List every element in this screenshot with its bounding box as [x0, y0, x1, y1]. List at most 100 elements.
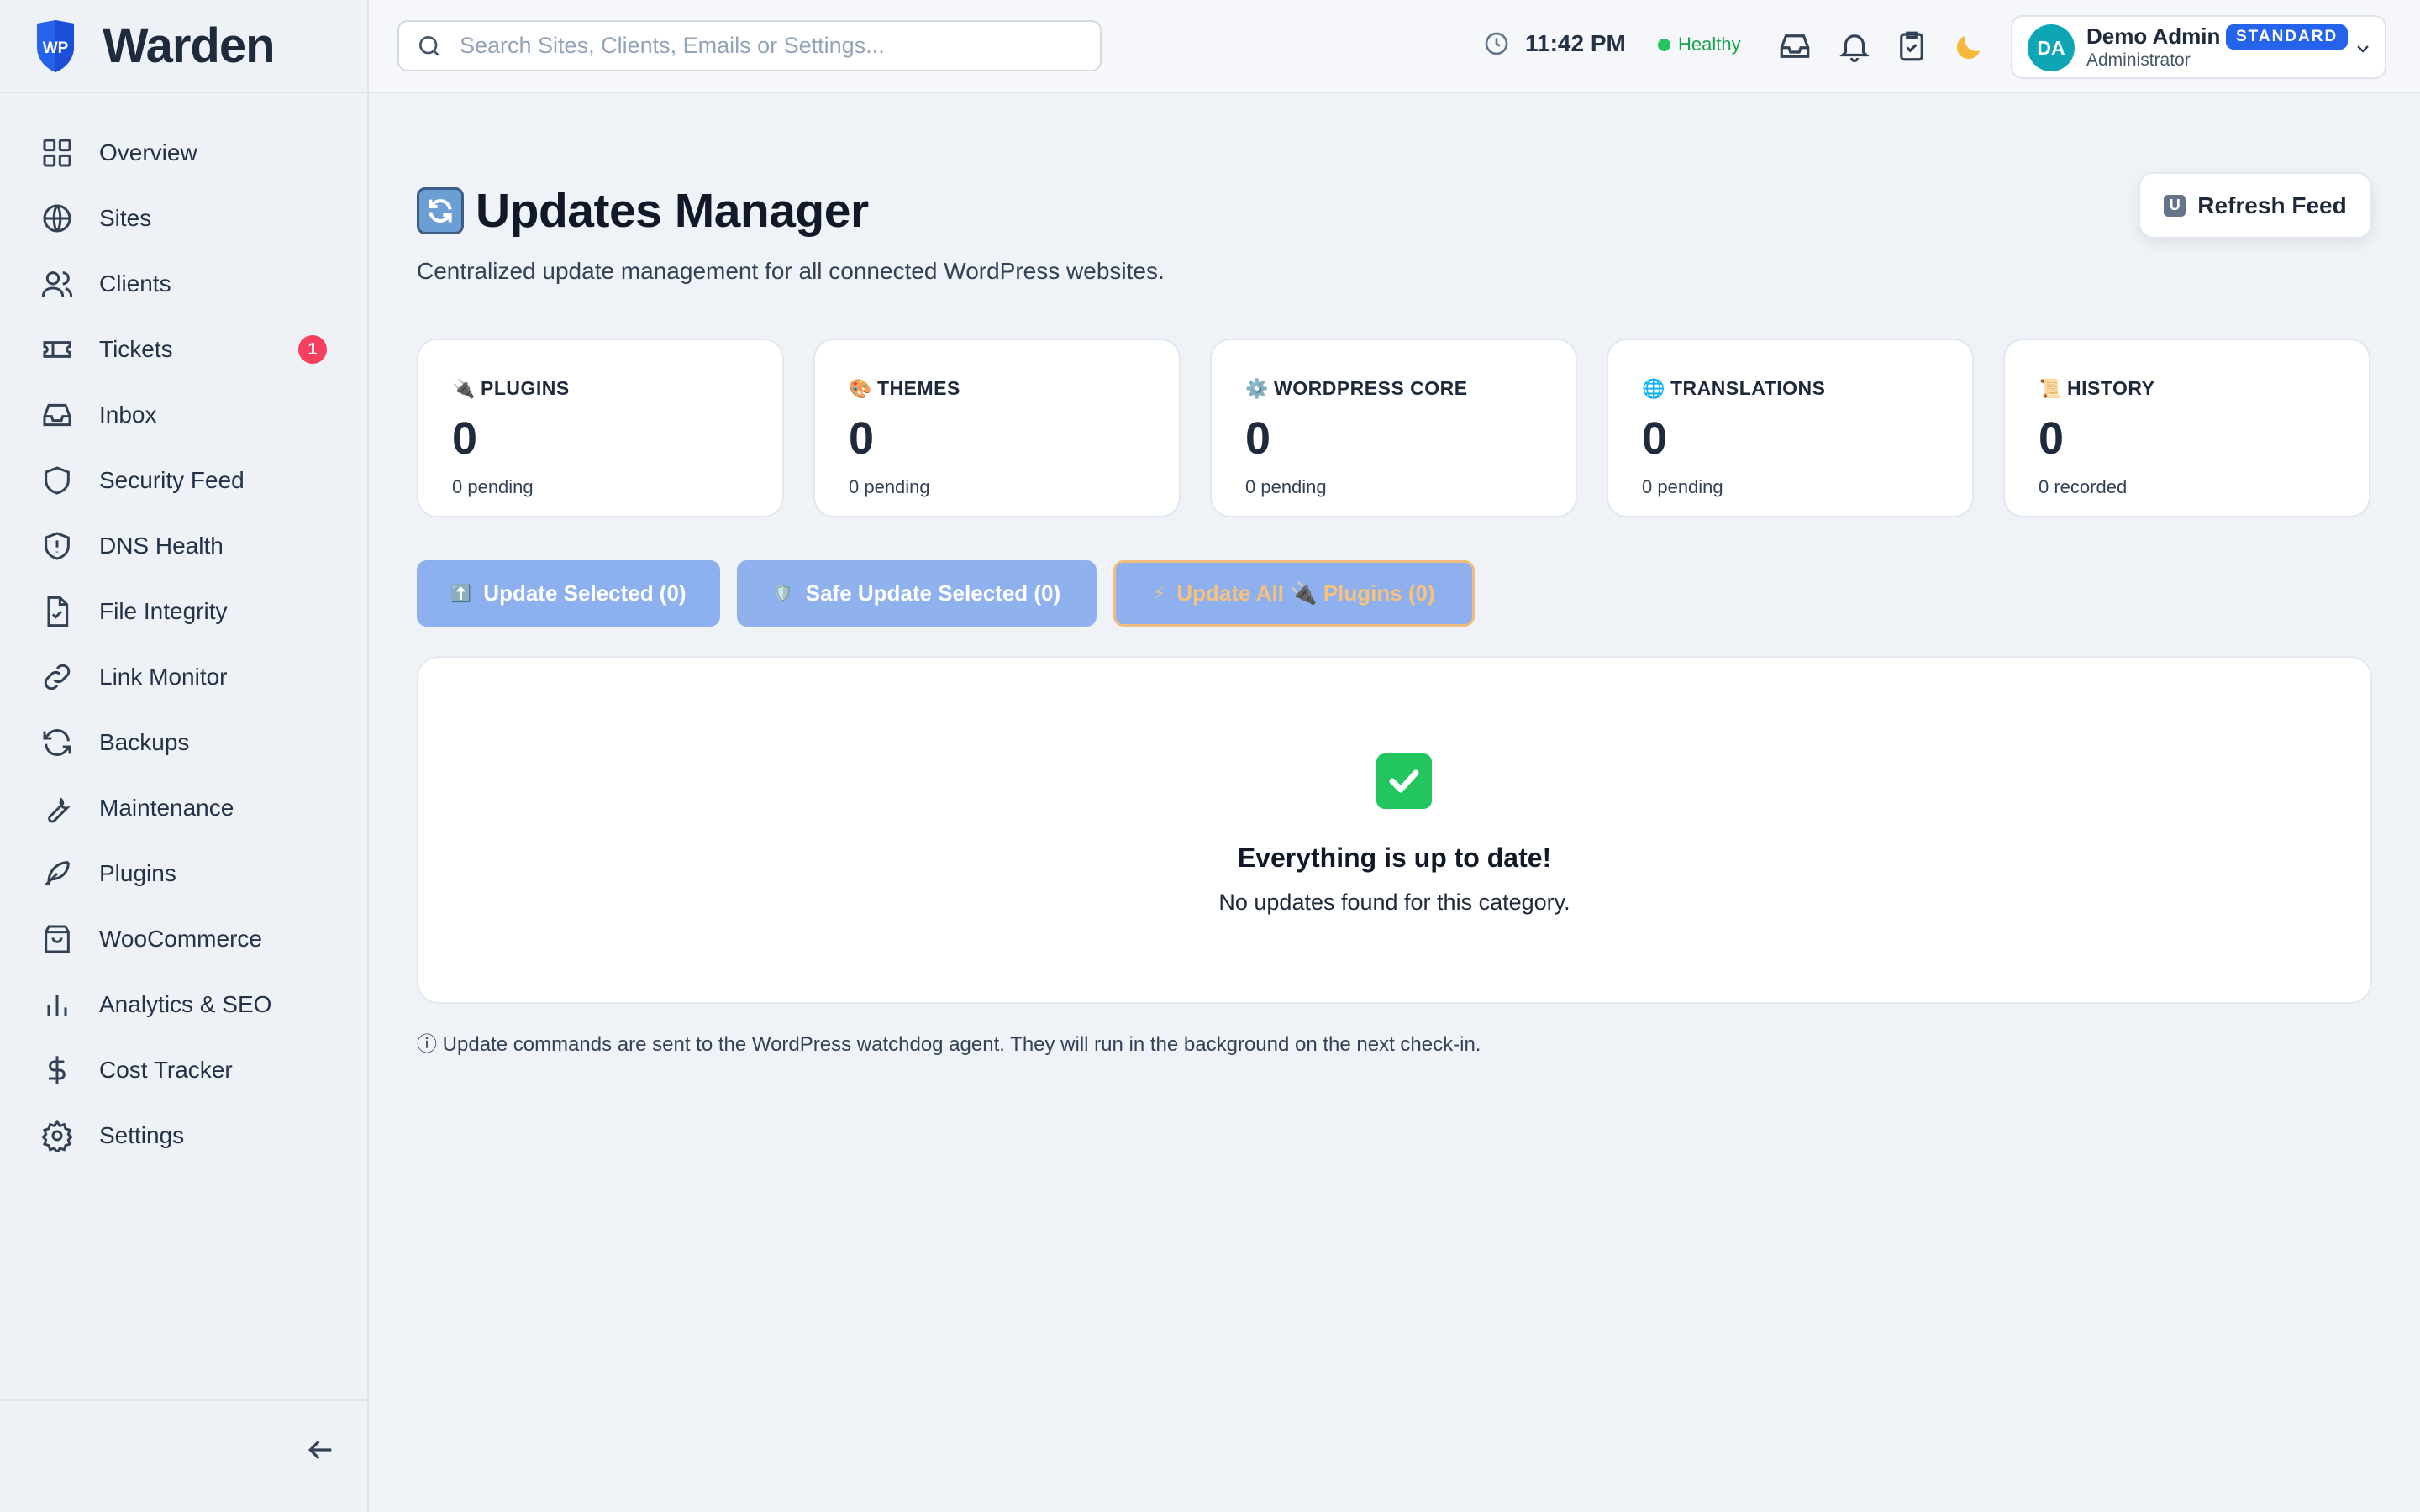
sidebar-item-backups[interactable]: Backups — [22, 710, 345, 775]
collapse-sidebar-arrow-icon[interactable] — [303, 1433, 337, 1467]
update-all-plugins-button[interactable]: ⚡ Update All 🔌 Plugins (0) — [1113, 560, 1475, 627]
bulk-actions: ⬆️ Update Selected (0) 🛡️ Safe Update Se… — [417, 560, 1475, 627]
shield-alert-icon — [40, 529, 74, 563]
search-icon — [419, 35, 439, 56]
stat-card-label: HISTORY — [2067, 377, 2155, 399]
empty-state-message: No updates found for this category. — [1218, 890, 1570, 915]
shield-icon: 🛡️ — [772, 585, 794, 603]
ticket-icon — [40, 333, 74, 366]
page-heading: Updates Manager — [476, 184, 869, 238]
brand-logo-text: WP — [43, 39, 69, 57]
health-status: Healthy — [1658, 34, 1741, 55]
clock-icon — [1485, 32, 1508, 55]
update-selected-label: Update Selected (0) — [483, 580, 687, 606]
globe-icon — [40, 202, 74, 235]
sidebar-item-overview[interactable]: Overview — [22, 120, 345, 186]
stat-card-label: PLUGINS — [481, 377, 570, 399]
sidebar-item-label: Maintenance — [99, 795, 234, 821]
moon-icon[interactable] — [1952, 29, 1987, 64]
clipboard-check-icon[interactable] — [1894, 29, 1929, 64]
user-menu[interactable]: DA Demo Admin Administrator STANDARD — [2011, 15, 2386, 79]
health-dot-icon — [1658, 38, 1670, 51]
grid-icon — [40, 136, 74, 170]
sidebar-item-security-feed[interactable]: Security Feed — [22, 448, 345, 513]
search-box[interactable] — [397, 20, 1102, 71]
sidebar-item-label: File Integrity — [99, 598, 228, 624]
clock-time: 11:42 PM — [1525, 30, 1626, 56]
stat-card-sub: 0 pending — [849, 476, 930, 497]
sidebar-item-link-monitor[interactable]: Link Monitor — [22, 644, 345, 710]
sidebar-item-analytics-seo[interactable]: Analytics & SEO — [22, 972, 345, 1037]
sidebar-item-label: Overview — [99, 139, 197, 165]
stat-card-history[interactable]: 📜 HISTORY 0 0 recorded — [2003, 339, 2370, 517]
sidebar-item-cost-tracker[interactable]: Cost Tracker — [22, 1037, 345, 1103]
up-arrow-icon: ⬆️ — [450, 585, 472, 603]
sidebar-item-woocommerce[interactable]: WooCommerce — [22, 906, 345, 972]
sidebar-item-label: Analytics & SEO — [99, 991, 272, 1017]
user-role: Administrator — [2086, 50, 2191, 70]
inbox-tray-icon[interactable] — [1777, 29, 1812, 64]
stat-cards: 🔌 PLUGINS 0 0 pending 🎨 THEMES 0 0 pending… — [417, 339, 2370, 517]
plan-badge: STANDARD — [2226, 24, 2349, 50]
wrench-icon — [40, 791, 74, 825]
stat-card-sub: 0 pending — [452, 476, 534, 497]
shield-logo-icon: WP — [37, 19, 74, 72]
safe-update-selected-label: Safe Update Selected (0) — [805, 580, 1061, 606]
avatar: DA — [2028, 24, 2075, 71]
check-mark-icon — [1376, 753, 1432, 809]
stat-card-translations[interactable]: 🌐 TRANSLATIONS 0 0 pending — [1607, 339, 1974, 517]
sidebar: WP Warden Overview Sites Clients Tickets… — [0, 0, 369, 1512]
stat-card-label: THEMES — [877, 377, 960, 399]
stat-card-sub: 0 pending — [1642, 476, 1723, 497]
gear-icon — [40, 1119, 74, 1155]
sidebar-item-dns-health[interactable]: DNS Health — [22, 513, 345, 579]
page-title: Updates Manager — [417, 183, 869, 239]
shopping-bag-icon — [40, 922, 74, 956]
sidebar-item-label: Clients — [99, 270, 171, 297]
sidebar-item-clients[interactable]: Clients — [22, 251, 345, 317]
stat-card-sub: 0 recorded — [2039, 476, 2128, 497]
sidebar-item-label: Cost Tracker — [99, 1057, 233, 1083]
feather-icon — [40, 857, 74, 890]
refresh-feed-icon: U — [2164, 194, 2186, 217]
sidebar-nav: Overview Sites Clients Tickets 1 Inbox S… — [0, 93, 367, 1168]
brand-name: Warden — [103, 18, 276, 73]
search-input[interactable] — [460, 33, 1081, 59]
refresh-feed-button[interactable]: U Refresh Feed — [2139, 172, 2372, 239]
plug-icon: 🔌 — [452, 377, 476, 399]
dollar-icon — [40, 1053, 74, 1087]
bar-chart-icon — [40, 988, 74, 1021]
empty-state-title: Everything is up to date! — [1237, 843, 1552, 873]
sidebar-item-maintenance[interactable]: Maintenance — [22, 775, 345, 841]
stat-card-themes[interactable]: 🎨 THEMES 0 0 pending — [813, 339, 1181, 517]
lightning-icon: ⚡ — [1153, 585, 1165, 603]
safe-update-selected-button[interactable]: 🛡️ Safe Update Selected (0) — [737, 560, 1097, 627]
sidebar-item-label: Link Monitor — [99, 664, 228, 690]
refresh-cycle-icon — [417, 187, 464, 234]
update-selected-button[interactable]: ⬆️ Update Selected (0) — [417, 560, 720, 627]
chevron-down-icon — [2357, 45, 2369, 53]
stat-card-count: 0 — [452, 413, 478, 464]
gear-icon: ⚙️ — [1245, 377, 1269, 399]
sidebar-item-sites[interactable]: Sites — [22, 186, 345, 251]
sidebar-footer — [0, 1399, 367, 1512]
tickets-count-badge: 1 — [298, 335, 327, 364]
bell-icon[interactable] — [1837, 29, 1872, 64]
sidebar-item-plugins[interactable]: Plugins — [22, 841, 345, 906]
stat-card-count: 0 — [2039, 413, 2065, 464]
globe-icon: 🌐 — [1642, 377, 1665, 399]
sidebar-item-tickets[interactable]: Tickets 1 — [22, 317, 345, 382]
sidebar-item-settings[interactable]: Settings — [22, 1103, 345, 1168]
inbox-icon — [40, 398, 74, 432]
brand[interactable]: WP Warden — [0, 0, 367, 93]
sidebar-item-inbox[interactable]: Inbox — [22, 382, 345, 448]
stat-card-count: 0 — [1245, 413, 1271, 464]
stat-card-sub: 0 pending — [1245, 476, 1327, 497]
stat-card-wordpress-core[interactable]: ⚙️ WORDPRESS CORE 0 0 pending — [1210, 339, 1577, 517]
sidebar-item-file-integrity[interactable]: File Integrity — [22, 579, 345, 644]
stat-card-label: WORDPRESS CORE — [1274, 377, 1468, 399]
sidebar-item-label: Inbox — [99, 402, 157, 428]
stat-card-plugins[interactable]: 🔌 PLUGINS 0 0 pending — [417, 339, 784, 517]
palette-icon: 🎨 — [849, 377, 872, 399]
updates-list-panel: Everything is up to date! No updates fou… — [417, 656, 2372, 1004]
